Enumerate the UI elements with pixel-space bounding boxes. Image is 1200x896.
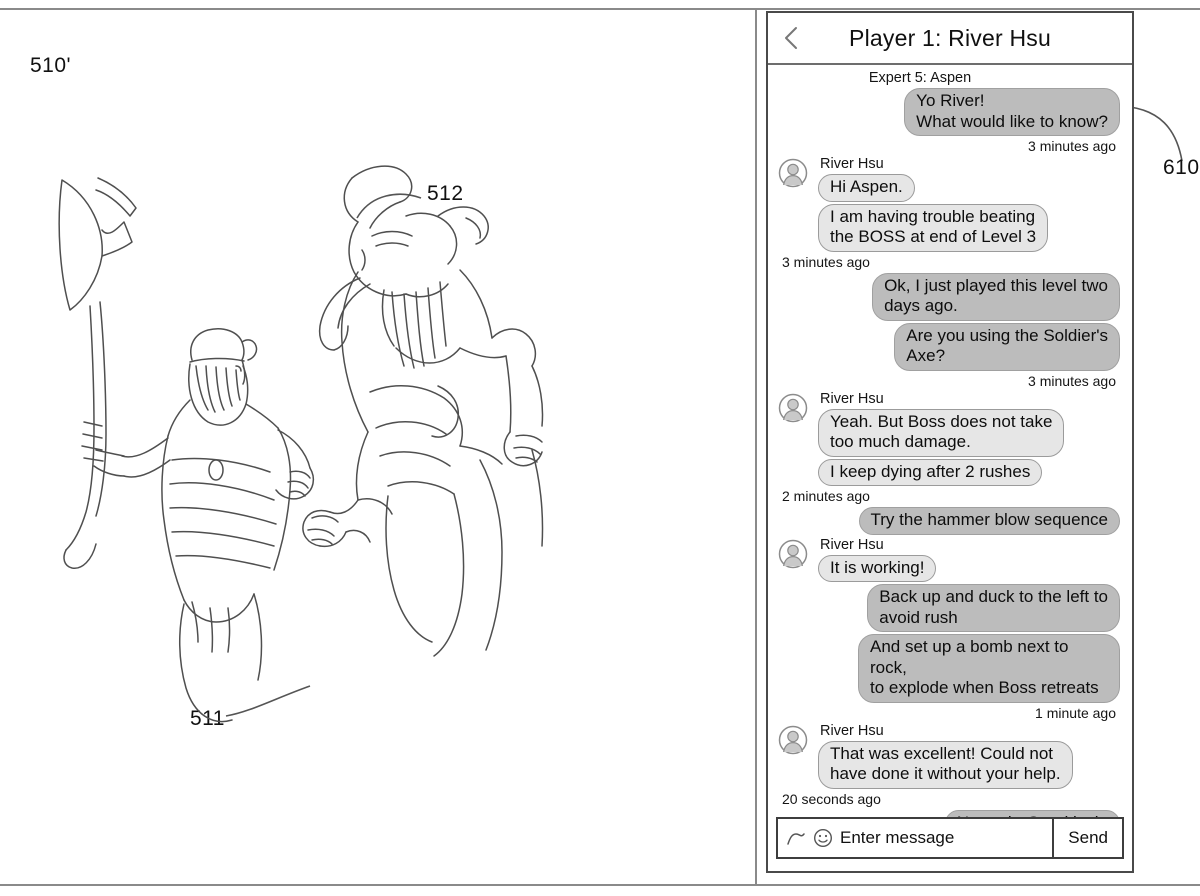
message-bubble[interactable]: I keep dying after 2 rushes <box>818 458 1043 486</box>
message-bubble[interactable]: I am having trouble beating the BOSS at … <box>818 203 1049 252</box>
sheet-rule-bottom <box>0 884 1200 886</box>
message-bubble[interactable]: Back up and duck to the left to avoid ru… <box>867 584 1120 632</box>
message-timestamp: 3 minutes ago <box>782 253 870 270</box>
message-group: Back up and duck to the left to avoid ru… <box>776 584 1124 722</box>
message-timestamp: 1 minute ago <box>1035 704 1116 721</box>
sender-name: River Hsu <box>820 390 884 407</box>
game-scene-line-art <box>58 165 544 723</box>
chat-header: Player 1: River Hsu <box>768 13 1132 65</box>
chat-device: Player 1: River Hsu Expert 5: Aspen Yo R… <box>766 11 1134 873</box>
message-group: Ok, I just played this level two days ag… <box>776 272 1124 390</box>
send-button[interactable]: Send <box>1052 819 1122 857</box>
message-timestamp: 2 minutes ago <box>782 488 870 504</box>
bubble-row: Yo River! What would like to know? <box>776 88 1124 136</box>
bubble-row: No prob. Good luck. <box>776 809 1124 817</box>
message-timestamp: 3 minutes ago <box>1028 372 1116 389</box>
message-timestamp: 20 seconds ago <box>782 790 881 807</box>
bubble-row: That was excellent! Could not have done … <box>776 740 1124 789</box>
bubble-row: I keep dying after 2 rushes <box>776 458 1124 486</box>
user-avatar-icon <box>778 393 808 422</box>
attachment-squiggle-icon[interactable] <box>786 828 806 848</box>
smiley-face-icon[interactable] <box>813 828 833 848</box>
message-list[interactable]: Expert 5: Aspen Yo River! What would lik… <box>768 65 1132 817</box>
reference-numeral-scene: 510' <box>30 54 72 77</box>
sender-name: Expert 5: Aspen <box>868 70 972 86</box>
message-timestamp: 3 minutes ago <box>1028 138 1116 154</box>
user-avatar-icon <box>778 725 808 754</box>
reference-numeral-chat: 610 <box>1163 156 1200 179</box>
chevron-left-icon <box>785 27 797 49</box>
bubble-row: I am having trouble beating the BOSS at … <box>776 203 1124 252</box>
sender-name: River Hsu <box>820 156 884 172</box>
message-group: River Hsu It is working! <box>776 536 1124 582</box>
message-group: River Hsu That was excellent! Could not … <box>776 723 1124 808</box>
message-group: River Hsu Hi Aspen. I am having trouble … <box>776 156 1124 271</box>
message-group: No prob. Good luck. <box>776 809 1124 817</box>
back-button[interactable] <box>778 23 804 53</box>
bubble-row: Ok, I just played this level two days ag… <box>776 272 1124 321</box>
message-group: River Hsu Yeah. But Boss does not take t… <box>776 391 1124 506</box>
bubble-row: It is working! <box>776 554 1124 582</box>
page-title: Player 1: River Hsu <box>849 24 1051 51</box>
user-avatar-icon <box>778 539 808 568</box>
message-input[interactable] <box>840 828 1053 848</box>
game-scene-panel: 510' 512 511 <box>0 10 753 884</box>
message-group: Try the hammer blow sequence <box>776 507 1124 535</box>
message-bubble[interactable]: Yo River! What would like to know? <box>904 88 1120 136</box>
message-bubble[interactable]: Hi Aspen. <box>818 174 915 202</box>
bubble-row: And set up a bomb next to rock, to explo… <box>776 634 1124 703</box>
message-bubble[interactable]: Are you using the Soldier's Axe? <box>894 322 1120 371</box>
message-bubble[interactable]: Yeah. But Boss does not take too much da… <box>818 408 1065 457</box>
message-bubble[interactable]: No prob. Good luck. <box>944 809 1120 817</box>
user-avatar-icon <box>778 158 808 188</box>
sender-name: River Hsu <box>820 722 884 739</box>
message-bubble[interactable]: Try the hammer blow sequence <box>858 507 1120 535</box>
bubble-row: Yeah. But Boss does not take too much da… <box>776 408 1124 457</box>
message-composer: Send <box>776 817 1124 859</box>
message-bubble[interactable]: Ok, I just played this level two days ag… <box>872 272 1120 321</box>
sender-name: River Hsu <box>820 536 884 553</box>
bubble-row: Try the hammer blow sequence <box>776 507 1124 535</box>
composer-field[interactable] <box>778 819 1053 857</box>
sheet-rule-divider <box>755 8 757 885</box>
message-bubble[interactable]: It is working! <box>818 554 937 582</box>
message-bubble[interactable]: That was excellent! Could not have done … <box>818 740 1073 789</box>
bubble-row: Are you using the Soldier's Axe? <box>776 322 1124 371</box>
message-group: Expert 5: Aspen Yo River! What would lik… <box>776 70 1124 155</box>
bubble-row: Hi Aspen. <box>776 174 1124 202</box>
patent-figure-sheet: 510' 512 511 610 Player 1: River Hsu Exp… <box>0 0 1200 896</box>
bubble-row: Back up and duck to the left to avoid ru… <box>776 584 1124 632</box>
message-bubble[interactable]: And set up a bomb next to rock, to explo… <box>858 634 1120 703</box>
